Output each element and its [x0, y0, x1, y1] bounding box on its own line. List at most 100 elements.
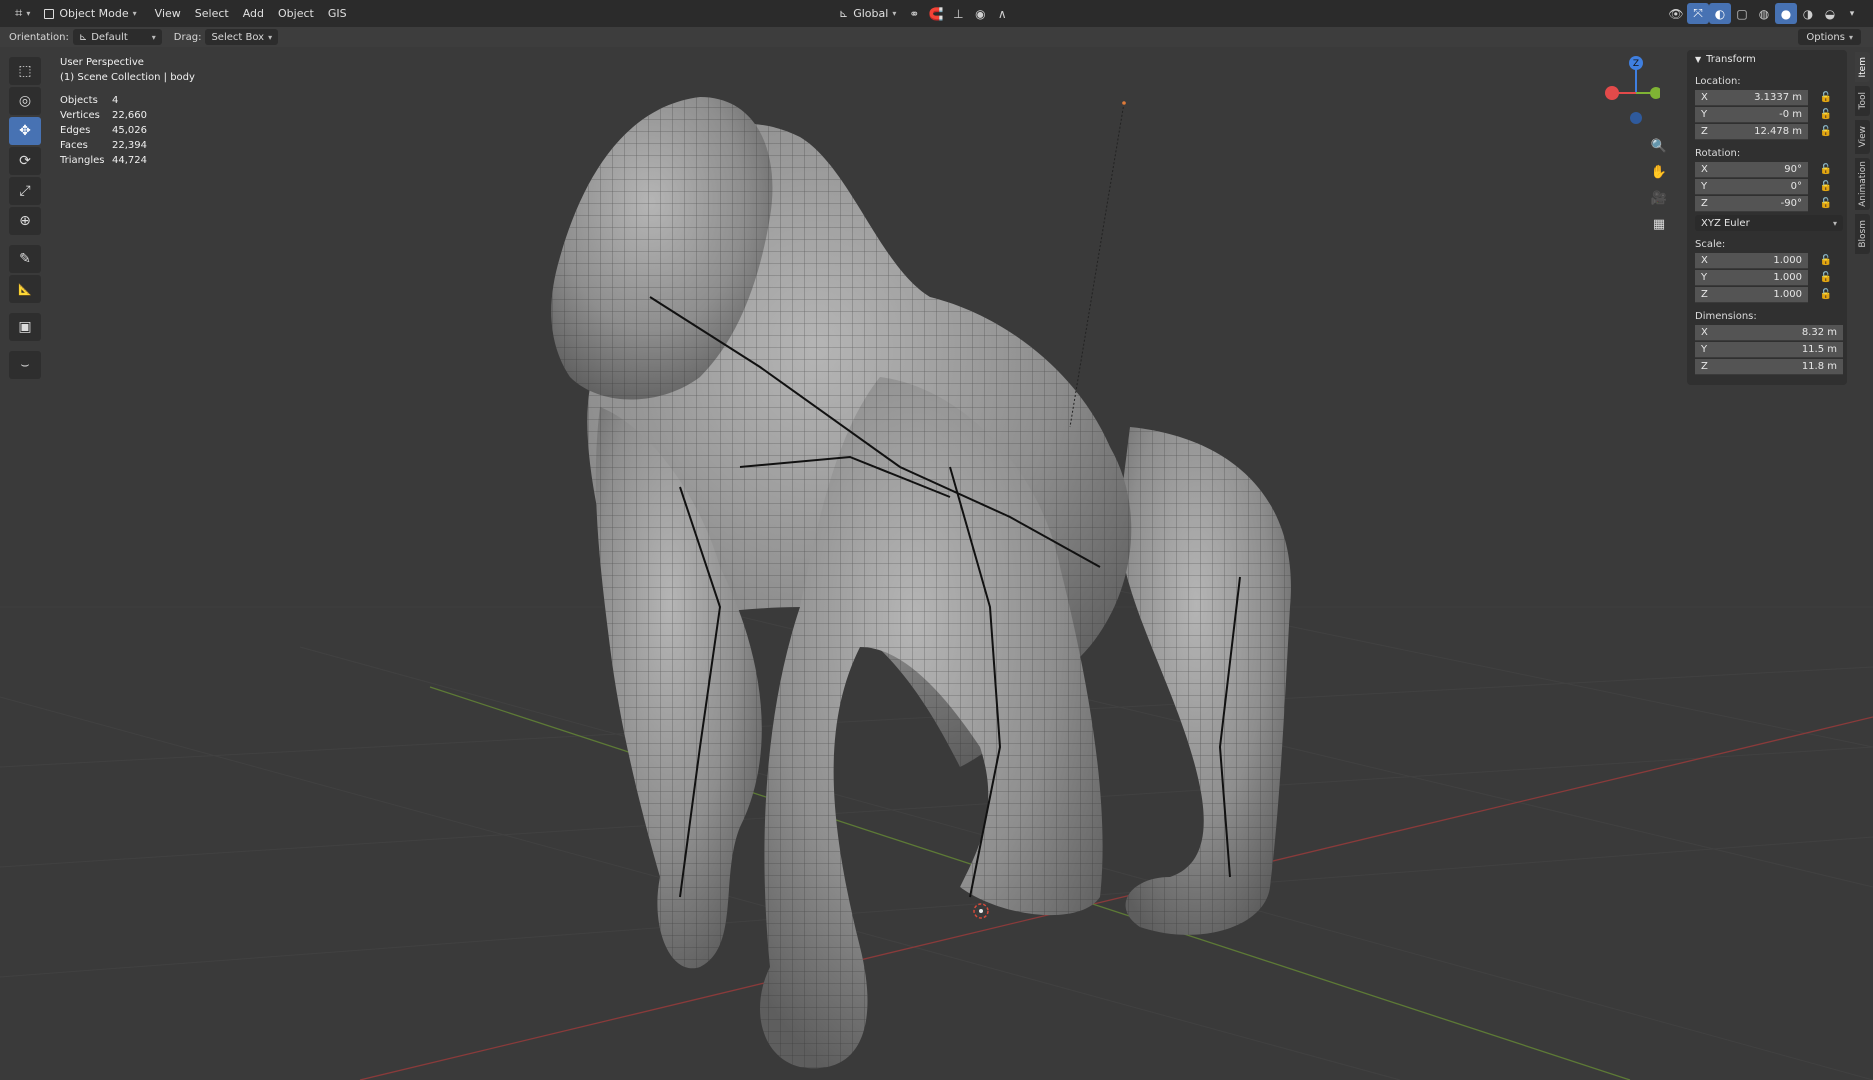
rotate-tool[interactable]: ⟳ — [9, 147, 41, 175]
measure-tool[interactable]: 📐 — [9, 275, 41, 303]
mode-selector[interactable]: Object Mode ▾ — [37, 3, 143, 24]
tab-tool[interactable]: Tool — [1855, 86, 1870, 116]
falloff-icon[interactable]: ∧ — [991, 3, 1013, 24]
rotation-x-field[interactable]: X 90° — [1695, 161, 1808, 178]
select-box-icon: ⬚ — [18, 63, 32, 79]
lock-icon[interactable]: 🔓 — [1816, 109, 1836, 120]
dimensions-x-field[interactable]: X 8.32 m — [1695, 324, 1843, 341]
tab-animation[interactable]: Animation — [1855, 158, 1870, 210]
cursor-tool[interactable]: ◎ — [9, 87, 41, 115]
solid-shading-icon[interactable]: ● — [1775, 3, 1797, 24]
lock-icon[interactable]: 🔓 — [1816, 164, 1836, 175]
rotate-icon: ⟳ — [19, 153, 31, 169]
sidebar-transform-panel: ▼ Transform Location: X 3.1337 m 🔓 Y -0 m 🔓 … — [1687, 50, 1847, 385]
scale-tool[interactable]: ⤢ — [9, 177, 41, 205]
navigation-gizmo[interactable]: Z — [1600, 55, 1660, 130]
gizmo-z-label: Z — [1633, 59, 1639, 69]
shading-options-icon[interactable]: ▾ — [1841, 3, 1863, 24]
pan-hand-icon[interactable]: ✋ — [1648, 161, 1670, 183]
collection-name: (1) Scene Collection | body — [60, 72, 195, 83]
view-name: User Perspective — [60, 57, 144, 68]
stat-row: Faces 22,394 — [60, 140, 147, 151]
gorilla-mesh — [551, 97, 1291, 1069]
gizmo-toggle-icon[interactable]: ⤧ — [1687, 3, 1709, 24]
tab-item[interactable]: Item — [1855, 52, 1870, 82]
xray-icon[interactable]: ▢ — [1731, 3, 1753, 24]
menu-object[interactable]: Object — [271, 3, 321, 24]
stat-row: Edges 45,026 — [60, 125, 147, 136]
menu-gis[interactable]: GIS — [321, 3, 354, 24]
rendered-shading-icon[interactable]: ◒ — [1819, 3, 1841, 24]
drag-dropdown[interactable]: Select Box ▾ — [205, 29, 279, 45]
transform-panel-header[interactable]: ▼ Transform — [1687, 50, 1847, 68]
rotation-mode-dropdown[interactable]: XYZ Euler ▾ — [1695, 215, 1843, 231]
annotate-tool[interactable]: ✎ — [9, 245, 41, 273]
scale-z-field[interactable]: Z 1.000 — [1695, 286, 1808, 303]
menu-select[interactable]: Select — [188, 3, 236, 24]
object-mode-icon — [44, 8, 55, 19]
3d-viewport-icon: ⌗ — [15, 6, 23, 21]
location-x-field[interactable]: X 3.1337 m — [1695, 89, 1808, 106]
annotate-icon: ✎ — [19, 251, 31, 267]
overlays-icon[interactable]: ◐ — [1709, 3, 1731, 24]
header-bar: ⌗ ▾ Object Mode ▾ View Select Add Object G… — [0, 0, 1873, 27]
orientation-axes-icon: ⊾ — [839, 7, 849, 20]
snap-target-icon[interactable]: ⊥ — [947, 3, 969, 24]
transform-icon: ⊕ — [19, 213, 31, 229]
zoom-icon[interactable]: 🔍 — [1648, 135, 1670, 157]
lock-icon[interactable]: 🔓 — [1816, 181, 1836, 192]
scale-x-field[interactable]: X 1.000 — [1695, 252, 1808, 269]
options-button[interactable]: Options ▾ — [1798, 29, 1861, 45]
tab-blosm[interactable]: Blosm — [1855, 214, 1870, 254]
location-y-field[interactable]: Y -0 m — [1695, 106, 1808, 123]
lock-icon[interactable]: 🔓 — [1816, 289, 1836, 300]
scale-icon: ⤢ — [19, 183, 31, 199]
navigation-buttons: 🔍 ✋ 🎥 ▦ — [1648, 135, 1670, 239]
camera-view-icon[interactable]: 🎥 — [1648, 187, 1670, 209]
add-cube-tool[interactable]: ▣ — [9, 313, 41, 341]
dimensions-label: Dimensions: — [1695, 311, 1757, 322]
tool-shelf: ⬚ ◎ ✥ ⟳ ⤢ ⊕ ✎ 📐 ▣ ⌣ — [9, 55, 45, 381]
location-label: Location: — [1695, 76, 1741, 87]
wireframe-shading-icon[interactable]: ◍ — [1753, 3, 1775, 24]
material-shading-icon[interactable]: ◑ — [1797, 3, 1819, 24]
select-box-tool[interactable]: ⬚ — [9, 57, 41, 85]
menu-add[interactable]: Add — [236, 3, 271, 24]
visibility-icon[interactable]: 👁 — [1665, 3, 1687, 24]
rotation-z-field[interactable]: Z -90° — [1695, 195, 1808, 212]
curve-tool[interactable]: ⌣ — [9, 351, 41, 379]
3d-viewport[interactable] — [0, 47, 1873, 1080]
scale-label: Scale: — [1695, 239, 1726, 250]
move-icon: ✥ — [19, 123, 31, 139]
scale-y-field[interactable]: Y 1.000 — [1695, 269, 1808, 286]
tab-view[interactable]: View — [1855, 120, 1870, 154]
lock-icon[interactable]: 🔓 — [1816, 198, 1836, 209]
3d-cursor — [973, 903, 989, 919]
snap-icon[interactable]: 🧲 — [925, 3, 947, 24]
rotation-y-field[interactable]: Y 0° — [1695, 178, 1808, 195]
stat-row: Triangles 44,724 — [60, 155, 147, 166]
orientation-label: Orientation: — [9, 31, 69, 43]
perspective-grid-icon[interactable]: ▦ — [1648, 213, 1670, 235]
x-axis-line — [359, 716, 1873, 1080]
pivot-point-icon[interactable]: ⚭ — [903, 3, 925, 24]
lock-icon[interactable]: 🔓 — [1816, 92, 1836, 103]
transform-tool[interactable]: ⊕ — [9, 207, 41, 235]
mode-label: Object Mode — [59, 7, 129, 20]
move-tool[interactable]: ✥ — [9, 117, 41, 145]
dimensions-y-field[interactable]: Y 11.5 m — [1695, 341, 1843, 358]
menu-view[interactable]: View — [148, 3, 188, 24]
editor-type-button[interactable]: ⌗ ▾ — [8, 3, 37, 24]
viewport-info-overlay: User Perspective (1) Scene Collection | … — [60, 55, 195, 168]
dimensions-z-field[interactable]: Z 11.8 m — [1695, 358, 1843, 375]
lock-icon[interactable]: 🔓 — [1816, 272, 1836, 283]
lock-icon[interactable]: 🔓 — [1816, 126, 1836, 137]
stat-row: Vertices 22,660 — [60, 110, 147, 121]
proportional-edit-icon[interactable]: ◉ — [969, 3, 991, 24]
drag-label: Drag: — [173, 31, 202, 43]
orientation-dropdown[interactable]: ⊾ Default ▾ — [72, 29, 162, 45]
location-z-field[interactable]: Z 12.478 m — [1695, 123, 1808, 140]
lock-icon[interactable]: 🔓 — [1816, 255, 1836, 266]
add-cube-icon: ▣ — [18, 319, 32, 335]
transform-orientation-selector[interactable]: ⊾ Global ▾ — [832, 3, 903, 24]
